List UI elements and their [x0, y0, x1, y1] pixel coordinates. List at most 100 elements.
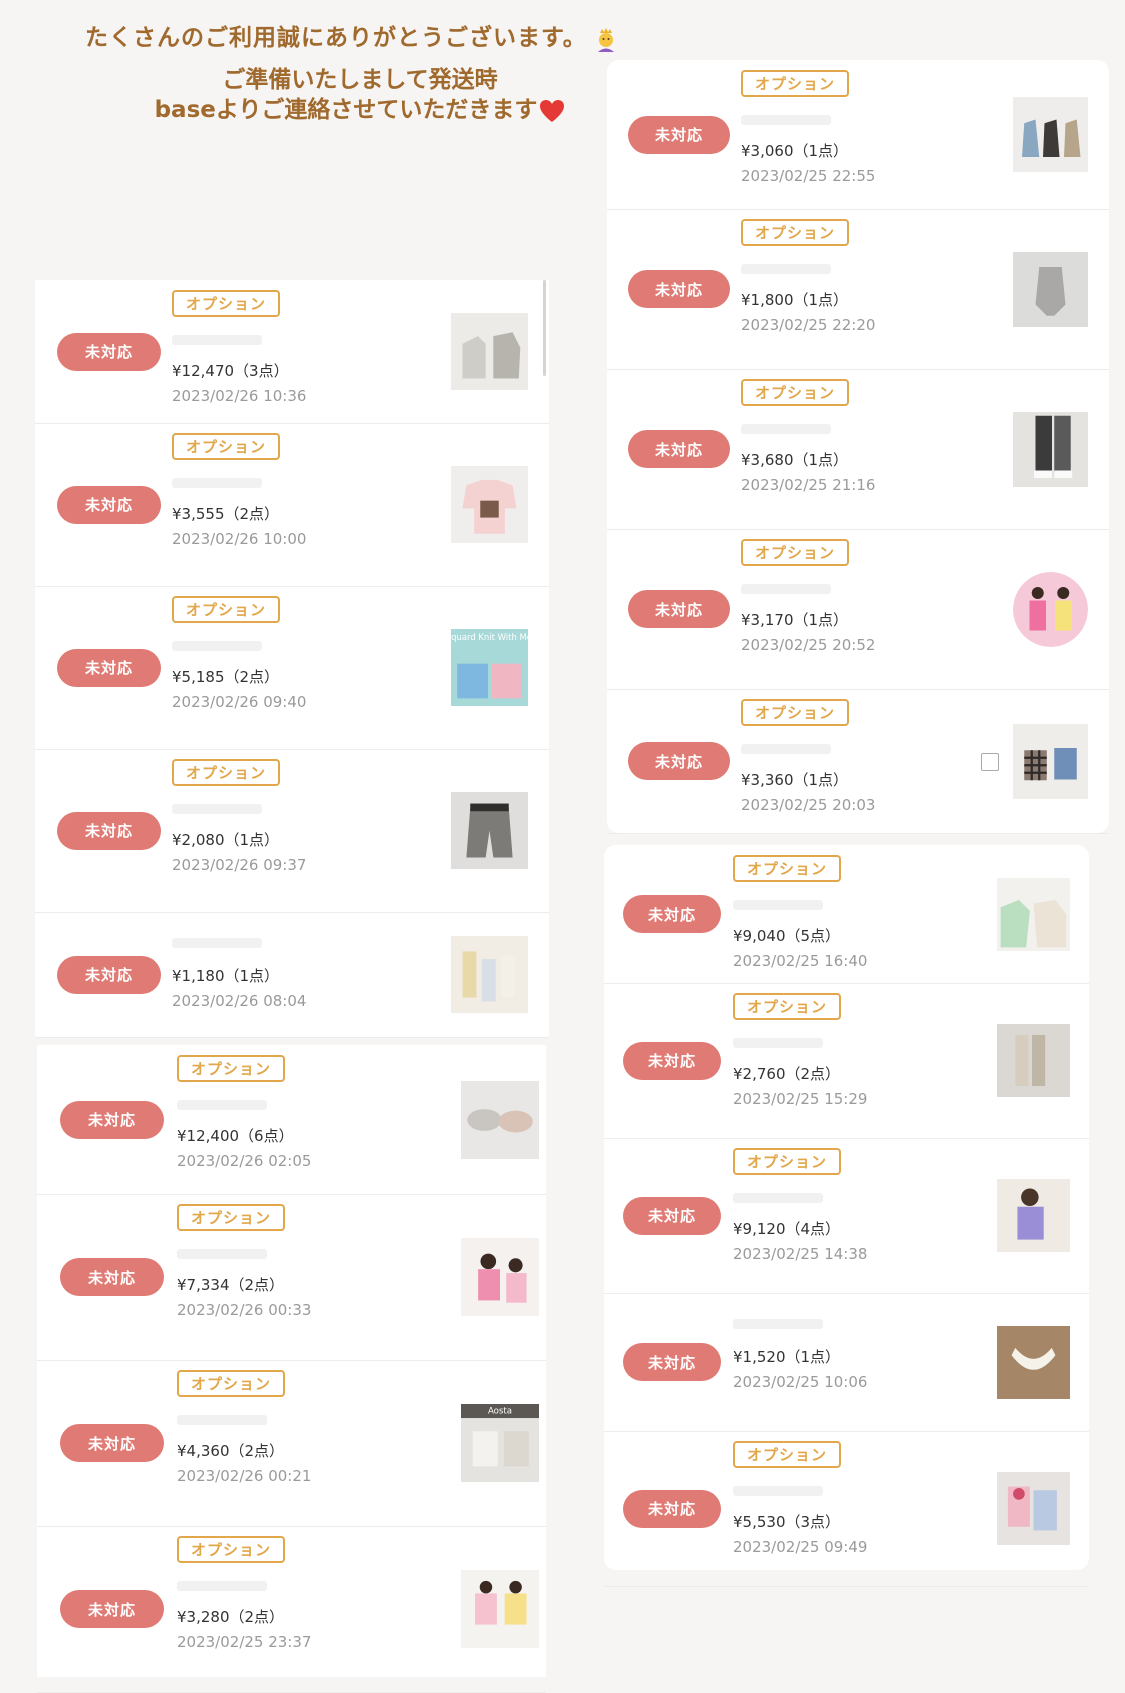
- product-thumbnail[interactable]: [997, 1179, 1070, 1252]
- crown-person-icon: [597, 27, 614, 52]
- order-row[interactable]: 未対応 オプション ¥3,280（2点） 2023/02/25 23:37: [37, 1526, 546, 1693]
- order-price: ¥9,040（5点）: [733, 927, 841, 945]
- order-list-right-2: 未対応 オプション ¥9,040（5点） 2023/02/25 16:40 未対応 オプシ…: [604, 845, 1089, 1587]
- product-name-placeholder: [741, 115, 831, 125]
- order-price: ¥3,555（2点）: [172, 505, 280, 523]
- product-name-placeholder: [177, 1249, 267, 1259]
- status-badge[interactable]: 未対応: [60, 1100, 164, 1139]
- product-thumbnail[interactable]: Aosta: [461, 1404, 539, 1482]
- status-badge[interactable]: 未対応: [623, 1343, 721, 1381]
- order-row[interactable]: 未対応 オプション ¥2,080（1点） 2023/02/26 09:37: [35, 749, 549, 913]
- status-badge[interactable]: 未対応: [57, 648, 161, 687]
- order-row[interactable]: 未対応 オプション ¥1,800（1点） 2023/02/25 22:20: [607, 209, 1109, 370]
- product-thumbnail[interactable]: [451, 313, 528, 390]
- status-badge[interactable]: 未対応: [623, 1196, 721, 1235]
- option-tag: オプション: [177, 1536, 285, 1563]
- heart-icon: [540, 99, 565, 122]
- option-tag: オプション: [733, 1148, 841, 1175]
- status-badge[interactable]: 未対応: [60, 1258, 164, 1296]
- status-badge[interactable]: 未対応: [60, 1590, 164, 1628]
- order-row[interactable]: 未対応 オプション ¥2,760（2点） 2023/02/25 15:29: [604, 983, 1089, 1139]
- product-thumbnail[interactable]: [461, 1080, 539, 1159]
- order-row[interactable]: 未対応 オプション ¥9,120（4点） 2023/02/25 14:38: [604, 1138, 1089, 1294]
- status-badge[interactable]: 未対応: [57, 332, 161, 371]
- header-line-1-text: たくさんのご利用誠にありがとうございます。: [85, 25, 587, 51]
- option-tag: オプション: [741, 70, 849, 97]
- option-tag: オプション: [172, 290, 280, 317]
- option-tag: オプション: [172, 596, 280, 623]
- status-badge[interactable]: 未対応: [623, 1489, 721, 1528]
- option-tag: オプション: [733, 993, 841, 1020]
- product-thumbnail[interactable]: [997, 1024, 1070, 1097]
- order-row[interactable]: 未対応 オプション ¥12,400（6点） 2023/02/26 02:05: [37, 1045, 546, 1195]
- memo-icon[interactable]: [981, 753, 999, 771]
- order-price: ¥1,800（1点）: [741, 291, 849, 309]
- order-price: ¥3,280（2点）: [177, 1608, 285, 1626]
- order-date: 2023/02/25 10:06: [733, 1373, 868, 1391]
- product-thumbnail[interactable]: [1013, 251, 1088, 327]
- svg-text:Aosta: Aosta: [488, 1406, 512, 1416]
- status-badge[interactable]: 未対応: [623, 1041, 721, 1080]
- product-name-placeholder: [177, 1415, 267, 1425]
- order-row[interactable]: 未対応 オプション ¥3,170（1点） 2023/02/25 20:52: [607, 529, 1109, 690]
- product-name-placeholder: [172, 804, 262, 814]
- product-thumbnail[interactable]: [461, 1570, 539, 1648]
- status-badge[interactable]: 未対応: [628, 115, 730, 154]
- order-price: ¥7,334（2点）: [177, 1276, 285, 1294]
- scrollbar[interactable]: [543, 280, 546, 376]
- order-date: 2023/02/26 02:05: [177, 1152, 312, 1170]
- status-badge[interactable]: 未対応: [57, 955, 161, 994]
- order-date: 2023/02/25 09:49: [733, 1538, 868, 1556]
- product-thumbnail[interactable]: [997, 1472, 1070, 1545]
- order-row[interactable]: 未対応 オプション ¥3,680（1点） 2023/02/25 21:16: [607, 369, 1109, 530]
- order-row[interactable]: 未対応 オプション ¥3,360（1点） 2023/02/25 20:03: [607, 689, 1109, 834]
- product-thumbnail[interactable]: [451, 936, 528, 1013]
- order-row[interactable]: 未対応 オプション ¥3,060（1点） 2023/02/25 22:55: [607, 60, 1109, 210]
- status-badge[interactable]: 未対応: [60, 1424, 164, 1462]
- product-thumbnail[interactable]: [1013, 571, 1088, 647]
- product-name-placeholder: [733, 1038, 823, 1048]
- svg-text:Jacquard Knit With Mom: Jacquard Knit With Mom: [451, 632, 528, 642]
- order-date: 2023/02/25 22:20: [741, 316, 876, 334]
- product-thumbnail[interactable]: [451, 792, 528, 869]
- product-thumbnail[interactable]: [1013, 723, 1088, 799]
- order-date: 2023/02/25 22:55: [741, 167, 876, 185]
- order-row[interactable]: 未対応オプション ¥5,185（2点） 2023/02/26 09:40 Jacqua…: [35, 586, 549, 750]
- order-row[interactable]: 未対応 オプション ¥5,530（3点） 2023/02/25 09:49: [604, 1431, 1089, 1587]
- order-row[interactable]: 未対応 ¥1,180（1点） 2023/02/26 08:04: [35, 912, 549, 1038]
- order-price: ¥4,360（2点）: [177, 1442, 285, 1460]
- product-thumbnail[interactable]: [451, 466, 528, 543]
- order-price: ¥2,760（2点）: [733, 1065, 841, 1083]
- option-tag: オプション: [733, 1441, 841, 1468]
- product-thumbnail[interactable]: [461, 1238, 539, 1316]
- order-row[interactable]: 未対応 オプション ¥3,555（2点） 2023/02/26 10:00: [35, 423, 549, 587]
- order-price: ¥9,120（4点）: [733, 1220, 841, 1238]
- status-badge[interactable]: 未対応: [628, 270, 730, 308]
- status-badge[interactable]: 未対応: [57, 485, 161, 524]
- order-price: ¥2,080（1点）: [172, 831, 280, 849]
- product-thumbnail[interactable]: [997, 877, 1070, 951]
- product-thumbnail[interactable]: [1013, 411, 1088, 487]
- order-date: 2023/02/25 21:16: [741, 476, 876, 494]
- status-badge[interactable]: 未対応: [628, 430, 730, 468]
- order-row[interactable]: 未対応 ¥1,520（1点） 2023/02/25 10:06: [604, 1293, 1089, 1432]
- order-row[interactable]: 未対応 オプション ¥4,360（2点） 2023/02/26 00:21 Aosta: [37, 1360, 546, 1527]
- product-thumbnail[interactable]: Jacquard Knit With Mom: [451, 629, 528, 706]
- status-badge[interactable]: 未対応: [57, 811, 161, 850]
- status-badge[interactable]: 未対応: [628, 742, 730, 780]
- product-thumbnail[interactable]: [1013, 97, 1088, 172]
- order-row[interactable]: 未対応 オプション ¥9,040（5点） 2023/02/25 16:40: [604, 845, 1089, 984]
- product-thumbnail[interactable]: [997, 1325, 1070, 1399]
- status-badge[interactable]: 未対応: [628, 590, 730, 628]
- order-date: 2023/02/25 20:52: [741, 636, 876, 654]
- order-date: 2023/02/26 10:36: [172, 387, 307, 405]
- product-name-placeholder: [172, 938, 262, 948]
- order-list-right-1: 未対応 オプション ¥3,060（1点） 2023/02/25 22:55 未対応 オプシ…: [607, 60, 1109, 834]
- status-badge[interactable]: 未対応: [623, 895, 721, 933]
- option-tag: オプション: [177, 1204, 285, 1231]
- option-tag: オプション: [177, 1055, 285, 1082]
- order-row[interactable]: 未対応 オプション ¥12,470（3点） 2023/02/26 10:36: [35, 280, 549, 424]
- product-name-placeholder: [177, 1100, 267, 1110]
- order-row[interactable]: 未対応 オプション ¥7,334（2点） 2023/02/26 00:33: [37, 1194, 546, 1361]
- order-price: ¥3,360（1点）: [741, 771, 849, 789]
